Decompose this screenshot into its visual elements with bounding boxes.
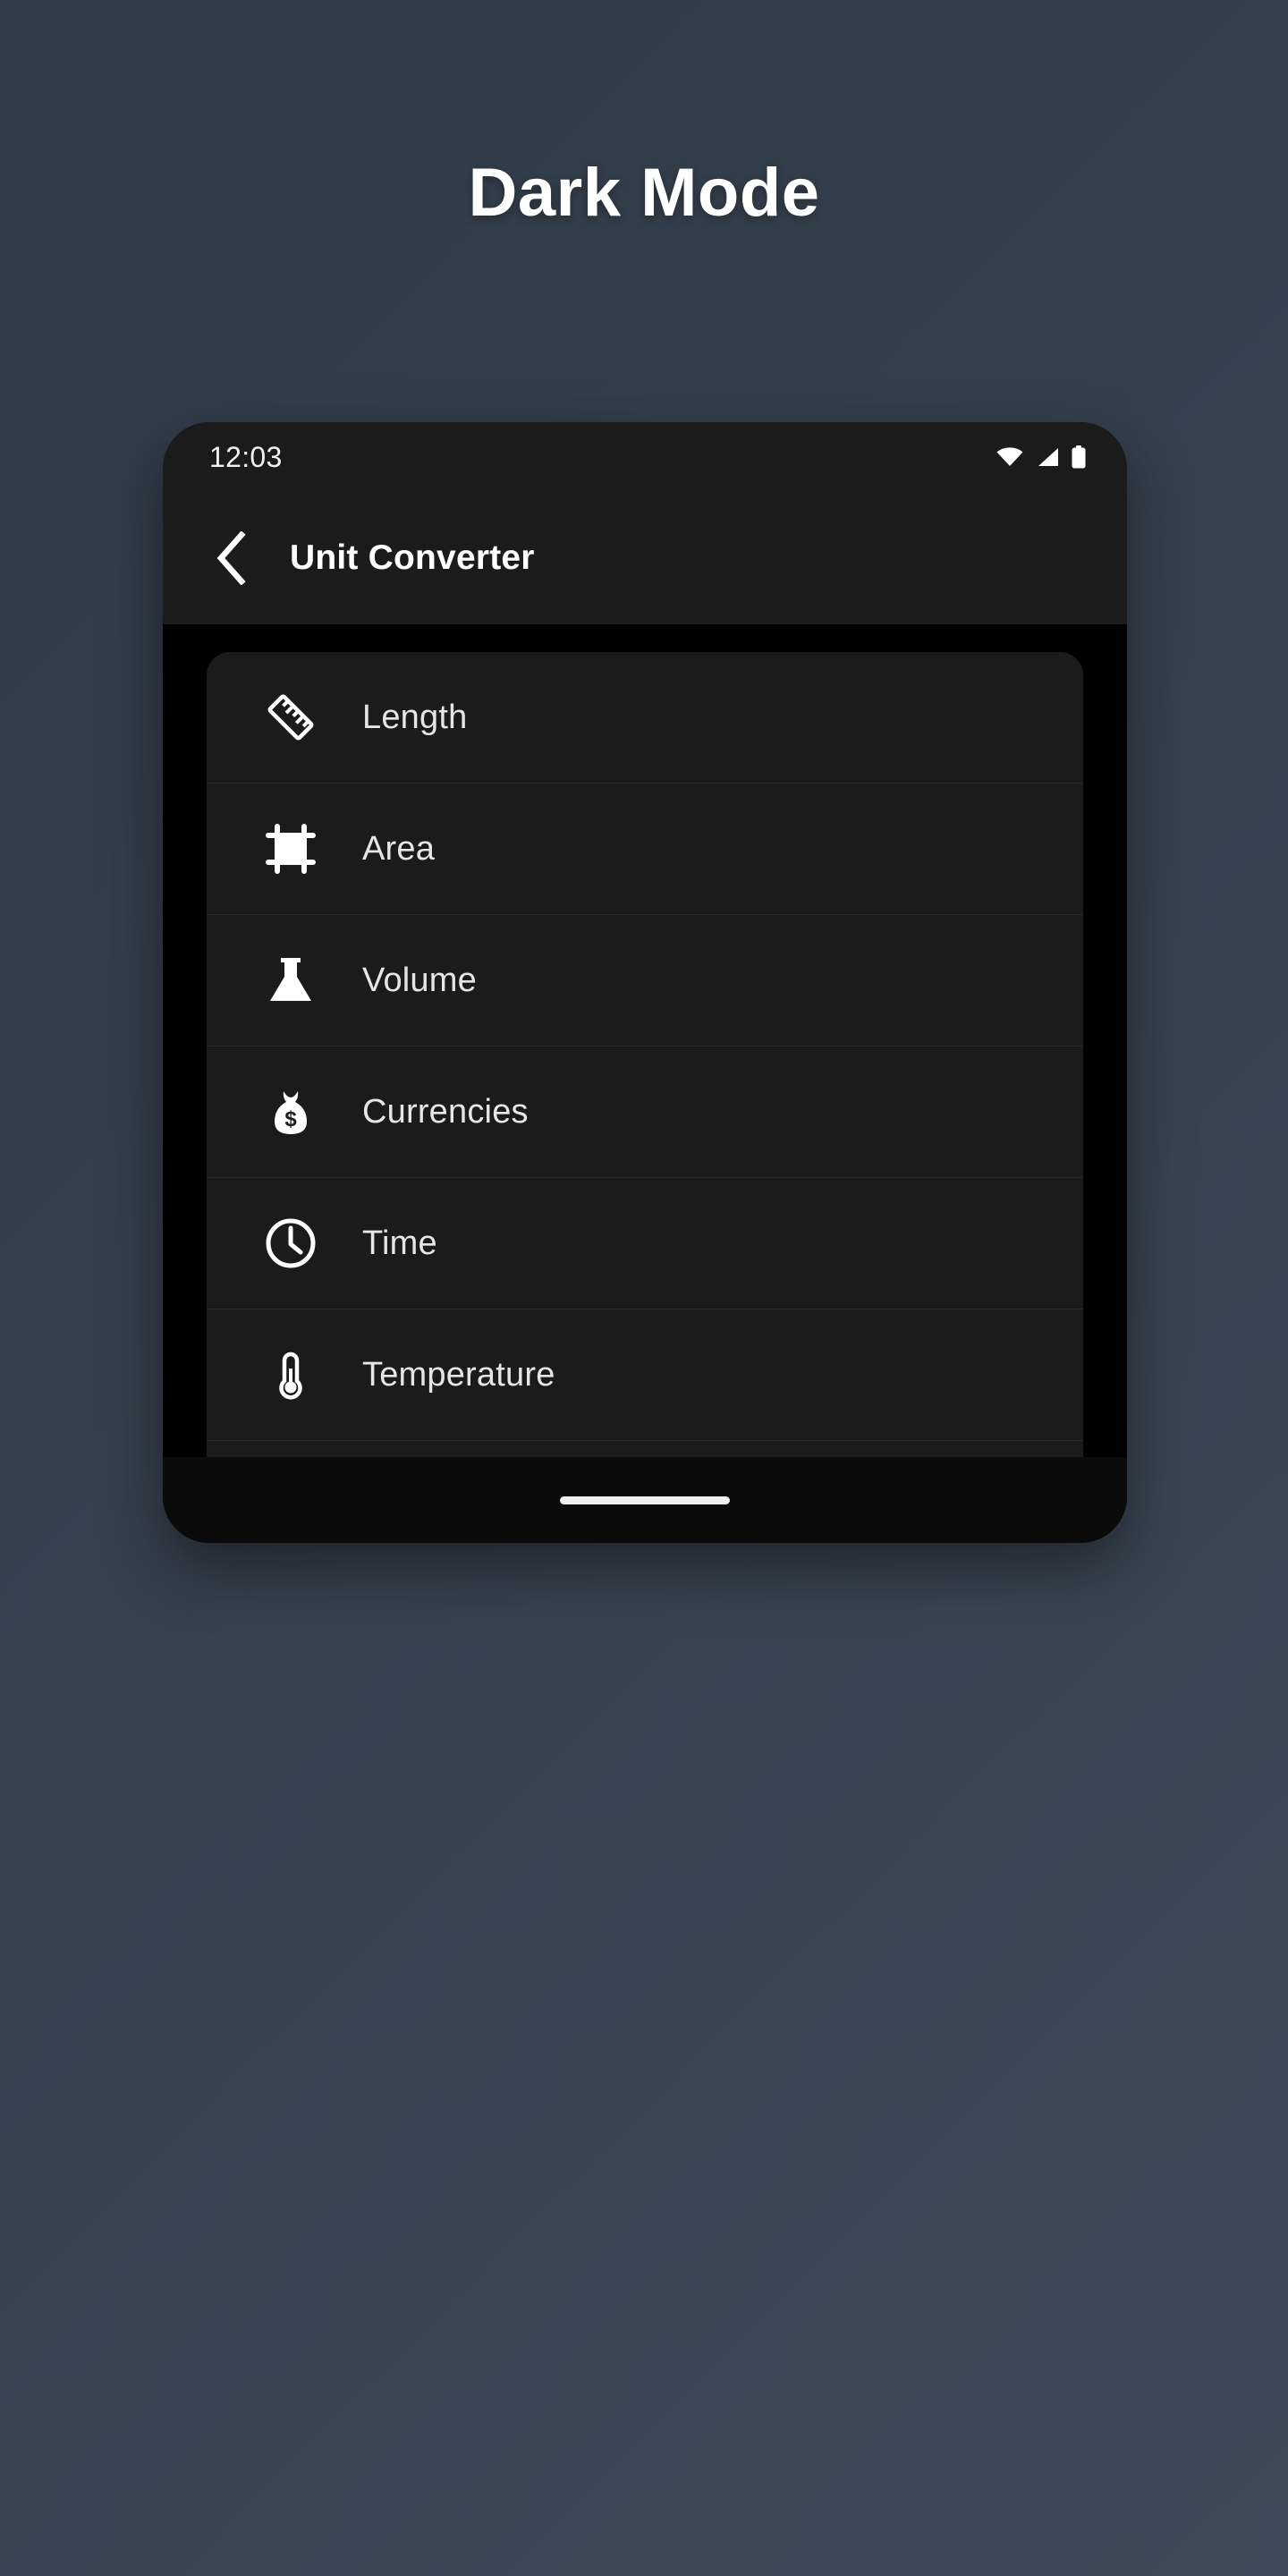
crop-frame-icon bbox=[244, 821, 337, 877]
unit-category-list: Length Area Volume $ Currencies Time Tem… bbox=[207, 652, 1083, 1543]
screen-body: Length Area Volume $ Currencies Time Tem… bbox=[163, 624, 1127, 1543]
status-bar: 12:03 bbox=[163, 422, 1127, 492]
app-bar: Unit Converter bbox=[163, 492, 1127, 624]
home-indicator-bar[interactable] bbox=[560, 1496, 730, 1504]
list-item-label: Currencies bbox=[362, 1092, 529, 1131]
list-item-label: Volume bbox=[362, 961, 477, 999]
list-item-label: Area bbox=[362, 829, 436, 868]
status-bar-icons bbox=[996, 445, 1086, 469]
ruler-icon bbox=[244, 690, 337, 745]
clock-icon bbox=[244, 1216, 337, 1271]
list-item-area[interactable]: Area bbox=[207, 784, 1083, 915]
flask-icon bbox=[244, 953, 337, 1008]
phone-mockup: 12:03 Unit Converter Length Area Volume … bbox=[163, 422, 1127, 1543]
svg-text:$: $ bbox=[284, 1107, 297, 1131]
status-bar-clock: 12:03 bbox=[209, 440, 283, 473]
chevron-left-icon bbox=[215, 531, 249, 585]
back-button[interactable] bbox=[193, 520, 270, 597]
thermometer-icon bbox=[244, 1347, 337, 1402]
list-item-time[interactable]: Time bbox=[207, 1178, 1083, 1309]
battery-icon bbox=[1072, 445, 1086, 469]
money-bag-icon: $ bbox=[244, 1084, 337, 1140]
app-bar-title: Unit Converter bbox=[290, 538, 535, 577]
wifi-icon bbox=[996, 447, 1023, 467]
list-item-label: Temperature bbox=[362, 1355, 555, 1394]
list-item-length[interactable]: Length bbox=[207, 652, 1083, 784]
list-item-volume[interactable]: Volume bbox=[207, 915, 1083, 1046]
home-indicator-area bbox=[163, 1457, 1127, 1543]
list-item-label: Time bbox=[362, 1224, 437, 1262]
page-title: Dark Mode bbox=[468, 155, 820, 231]
list-item-currencies[interactable]: $ Currencies bbox=[207, 1046, 1083, 1178]
cellular-signal-icon bbox=[1036, 447, 1059, 467]
list-item-temperature[interactable]: Temperature bbox=[207, 1309, 1083, 1441]
list-item-label: Length bbox=[362, 698, 468, 736]
